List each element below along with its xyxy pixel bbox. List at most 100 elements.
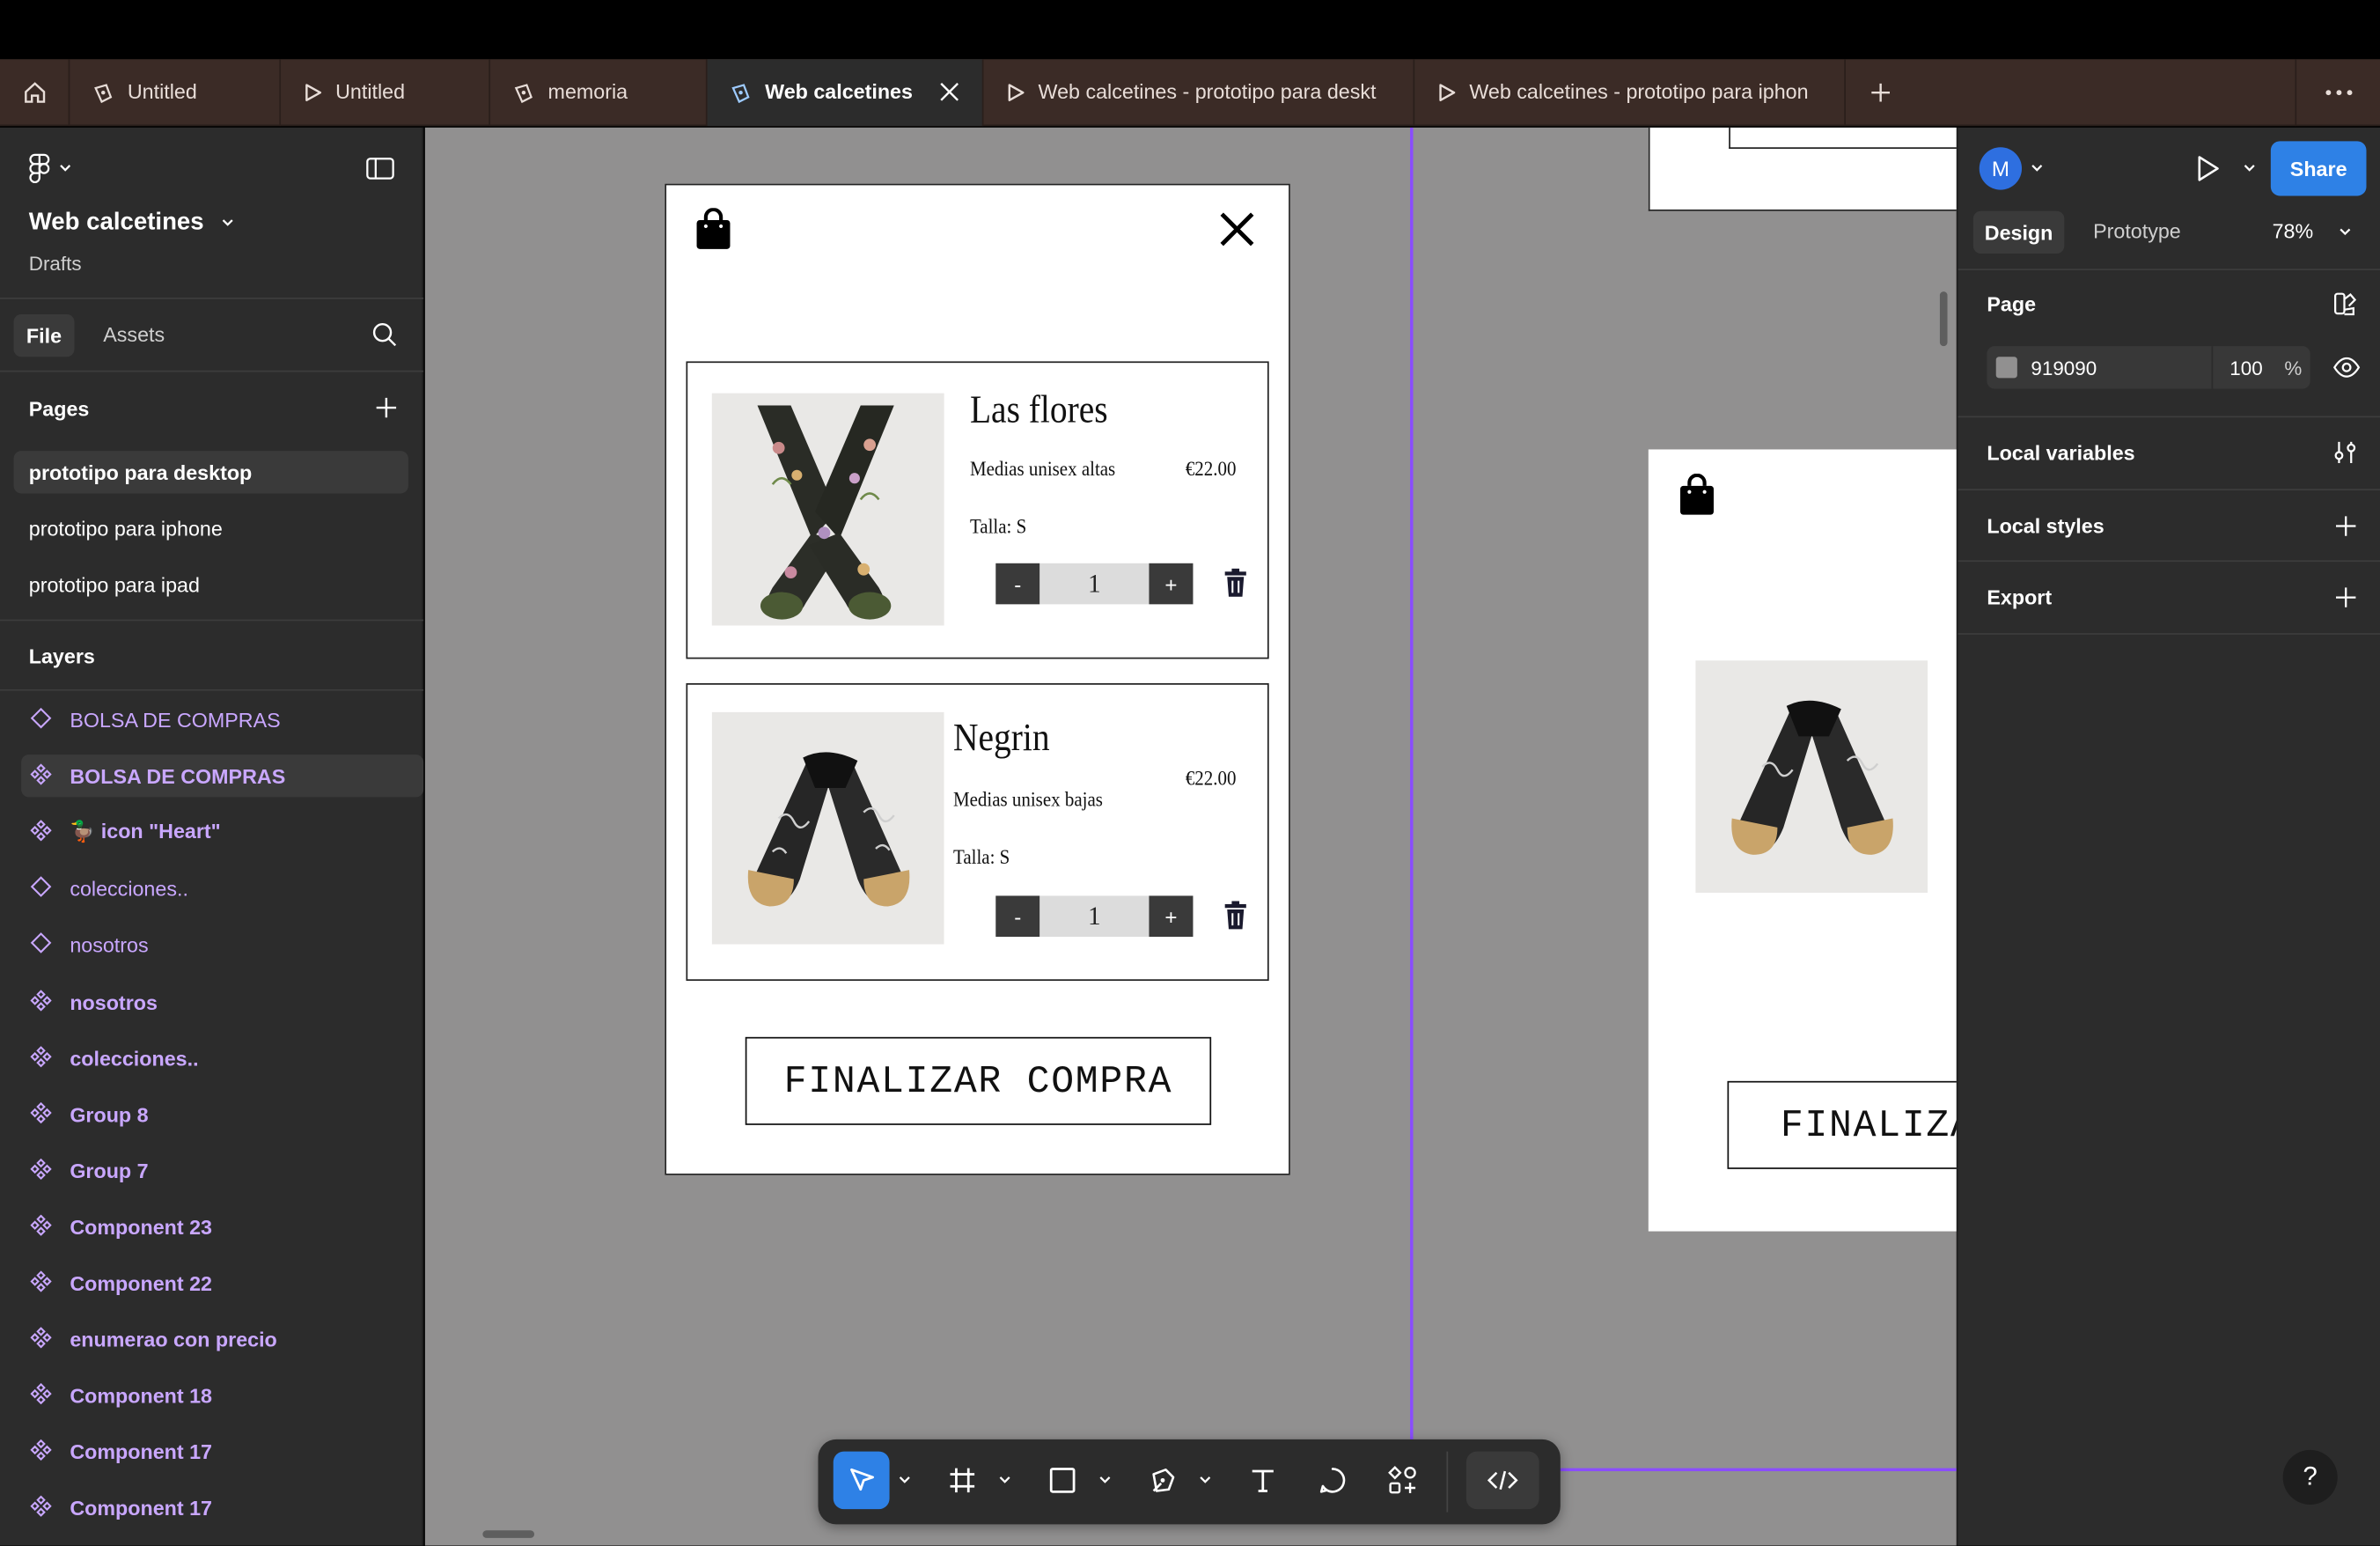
layer-label: Group 8 — [70, 1102, 149, 1126]
home-tab[interactable] — [0, 58, 70, 126]
pen-tool-menu[interactable] — [1194, 1452, 1216, 1510]
shopping-bag-icon — [696, 208, 731, 249]
layer-item[interactable]: BOLSA DE COMPRAS — [21, 698, 423, 740]
close-icon[interactable] — [940, 82, 959, 101]
frame-tool-button[interactable] — [939, 1452, 985, 1510]
layer-item[interactable]: nosotros — [21, 981, 423, 1023]
increase-quantity-button[interactable]: + — [1149, 895, 1194, 938]
tab-web-calcetines[interactable]: Web calcetines — [707, 58, 984, 126]
dev-mode-toggle[interactable] — [1465, 1451, 1539, 1510]
search-button[interactable] — [372, 322, 398, 356]
file-name-button[interactable]: Web calcetines — [29, 210, 234, 237]
zoom-level[interactable]: 78% — [2273, 220, 2314, 243]
cart-item-card: Las flores Medias unisex altas €22.00 Ta… — [686, 361, 1269, 659]
layer-item[interactable]: Component 17 — [21, 1486, 423, 1528]
share-button[interactable]: Share — [2270, 141, 2367, 196]
new-tab-button[interactable] — [1846, 58, 1915, 125]
tab-prototype-iphone[interactable]: Web calcetines - prototipo para iphon — [1414, 58, 1846, 126]
present-play-icon[interactable] — [2196, 155, 2221, 182]
shopping-bag-frame[interactable]: Las flores Medias unisex altas €22.00 Ta… — [665, 183, 1290, 1175]
layer-item[interactable]: enumerao con precio — [21, 1318, 423, 1360]
color-swatch[interactable] — [1995, 357, 2017, 379]
shape-tool-button[interactable] — [1039, 1452, 1085, 1510]
layer-item[interactable]: Group 8 — [21, 1093, 423, 1136]
checkout-button[interactable]: FINALIZAR COMPRA — [745, 1036, 1212, 1125]
add-page-button[interactable] — [375, 396, 398, 426]
adjacent-frame-top[interactable] — [1648, 127, 1957, 211]
product-description: Medias unisex bajas — [952, 788, 1103, 811]
plus-icon[interactable] — [2334, 515, 2357, 538]
page-opacity[interactable]: 100 — [2229, 357, 2262, 379]
move-tool-menu[interactable] — [894, 1452, 915, 1510]
layer-item[interactable]: Component 18 — [21, 1374, 423, 1417]
scrollbar-vertical[interactable] — [1939, 291, 1948, 347]
text-tool-button[interactable] — [1240, 1452, 1286, 1510]
tab-memoria[interactable]: memoria — [490, 58, 708, 126]
plus-icon[interactable] — [2334, 586, 2357, 609]
layer-item[interactable]: Group 7 — [21, 1149, 423, 1191]
text-icon — [1252, 1469, 1274, 1492]
page-color-hex[interactable]: 919090 — [2031, 357, 2097, 379]
trash-icon[interactable] — [1223, 901, 1248, 931]
page-item[interactable]: prototipo para ipad — [14, 563, 408, 606]
chevron-down-icon[interactable] — [2339, 228, 2351, 237]
scrollbar-horizontal[interactable] — [482, 1530, 535, 1538]
visibility-eye-icon[interactable] — [2332, 357, 2361, 378]
close-icon[interactable] — [1219, 211, 1255, 247]
quantity-value[interactable]: 1 — [1039, 895, 1150, 938]
canvas[interactable]: Las flores Medias unisex altas €22.00 Ta… — [424, 127, 1957, 1546]
chevron-down-icon — [60, 165, 71, 172]
chevron-down-icon[interactable] — [2031, 164, 2043, 173]
page-item[interactable]: prototipo para desktop — [13, 451, 408, 494]
trash-icon[interactable] — [1223, 568, 1248, 598]
quantity-value[interactable]: 1 — [1039, 563, 1150, 605]
chevron-down-icon[interactable] — [2244, 164, 2256, 173]
more-options-button[interactable] — [2295, 59, 2380, 127]
tab-assets[interactable]: Assets — [103, 323, 165, 346]
pen-tool-button[interactable] — [1140, 1452, 1186, 1510]
search-icon — [372, 322, 397, 347]
layer-item[interactable]: Component 23 — [21, 1205, 423, 1248]
component-icon — [30, 819, 52, 844]
move-tool-button[interactable] — [833, 1451, 890, 1510]
decrease-quantity-button[interactable]: - — [995, 895, 1040, 938]
avatar[interactable]: M — [1979, 147, 2023, 190]
tab-untitled-prototype[interactable]: Untitled — [281, 58, 491, 126]
assets-tool-button[interactable] — [1380, 1452, 1426, 1510]
component-icon — [30, 1438, 52, 1464]
divider — [1958, 489, 2380, 491]
page-color-field[interactable]: 919090 100 % — [1987, 346, 2310, 389]
tab-prototype[interactable]: Prototype — [2093, 220, 2181, 243]
layer-item[interactable]: Component 22 — [21, 1262, 423, 1304]
comment-tool-button[interactable] — [1310, 1452, 1355, 1510]
component-icon — [30, 989, 52, 1015]
layer-item[interactable]: colecciones.. — [21, 1037, 423, 1079]
product-price: €22.00 — [1185, 457, 1237, 480]
frame-tool-menu[interactable] — [995, 1452, 1016, 1510]
increase-quantity-button[interactable]: + — [1149, 563, 1194, 605]
decrease-quantity-button[interactable]: - — [995, 563, 1040, 605]
layer-item[interactable]: BOLSA DE COMPRAS — [21, 755, 424, 798]
toggle-sidebar-button[interactable] — [366, 157, 395, 188]
tab-untitled-design[interactable]: Untitled — [70, 58, 282, 126]
shape-tool-menu[interactable] — [1094, 1452, 1115, 1510]
layer-item[interactable]: 🦆 icon "Heart" — [21, 811, 423, 853]
tab-prototype-desktop[interactable]: Web calcetines - prototipo para deskt — [983, 58, 1415, 126]
frame-guide-line — [1410, 127, 1414, 1443]
local-variables-heading[interactable]: Local variables — [1987, 442, 2134, 465]
adjacent-shopping-bag-frame[interactable]: FINALIZA — [1648, 449, 1957, 1232]
layer-item[interactable]: colecciones.. — [21, 867, 423, 909]
page-item[interactable]: prototipo para iphone — [14, 507, 408, 549]
tab-design[interactable]: Design — [1972, 210, 2065, 254]
variables-sliders-icon[interactable] — [2333, 440, 2358, 465]
chevron-down-icon — [223, 219, 234, 226]
page-styles-icon[interactable] — [2333, 291, 2358, 316]
help-button[interactable]: ? — [2282, 1449, 2338, 1505]
instance-icon — [30, 931, 52, 957]
product-description: Medias unisex altas — [969, 457, 1116, 480]
layer-item[interactable]: nosotros — [21, 923, 423, 965]
main-menu-button[interactable] — [29, 153, 71, 184]
tab-file[interactable]: File — [13, 313, 75, 357]
layer-item[interactable]: Component 17 — [21, 1430, 423, 1472]
checkout-button-cropped[interactable]: FINALIZA — [1727, 1080, 1957, 1169]
